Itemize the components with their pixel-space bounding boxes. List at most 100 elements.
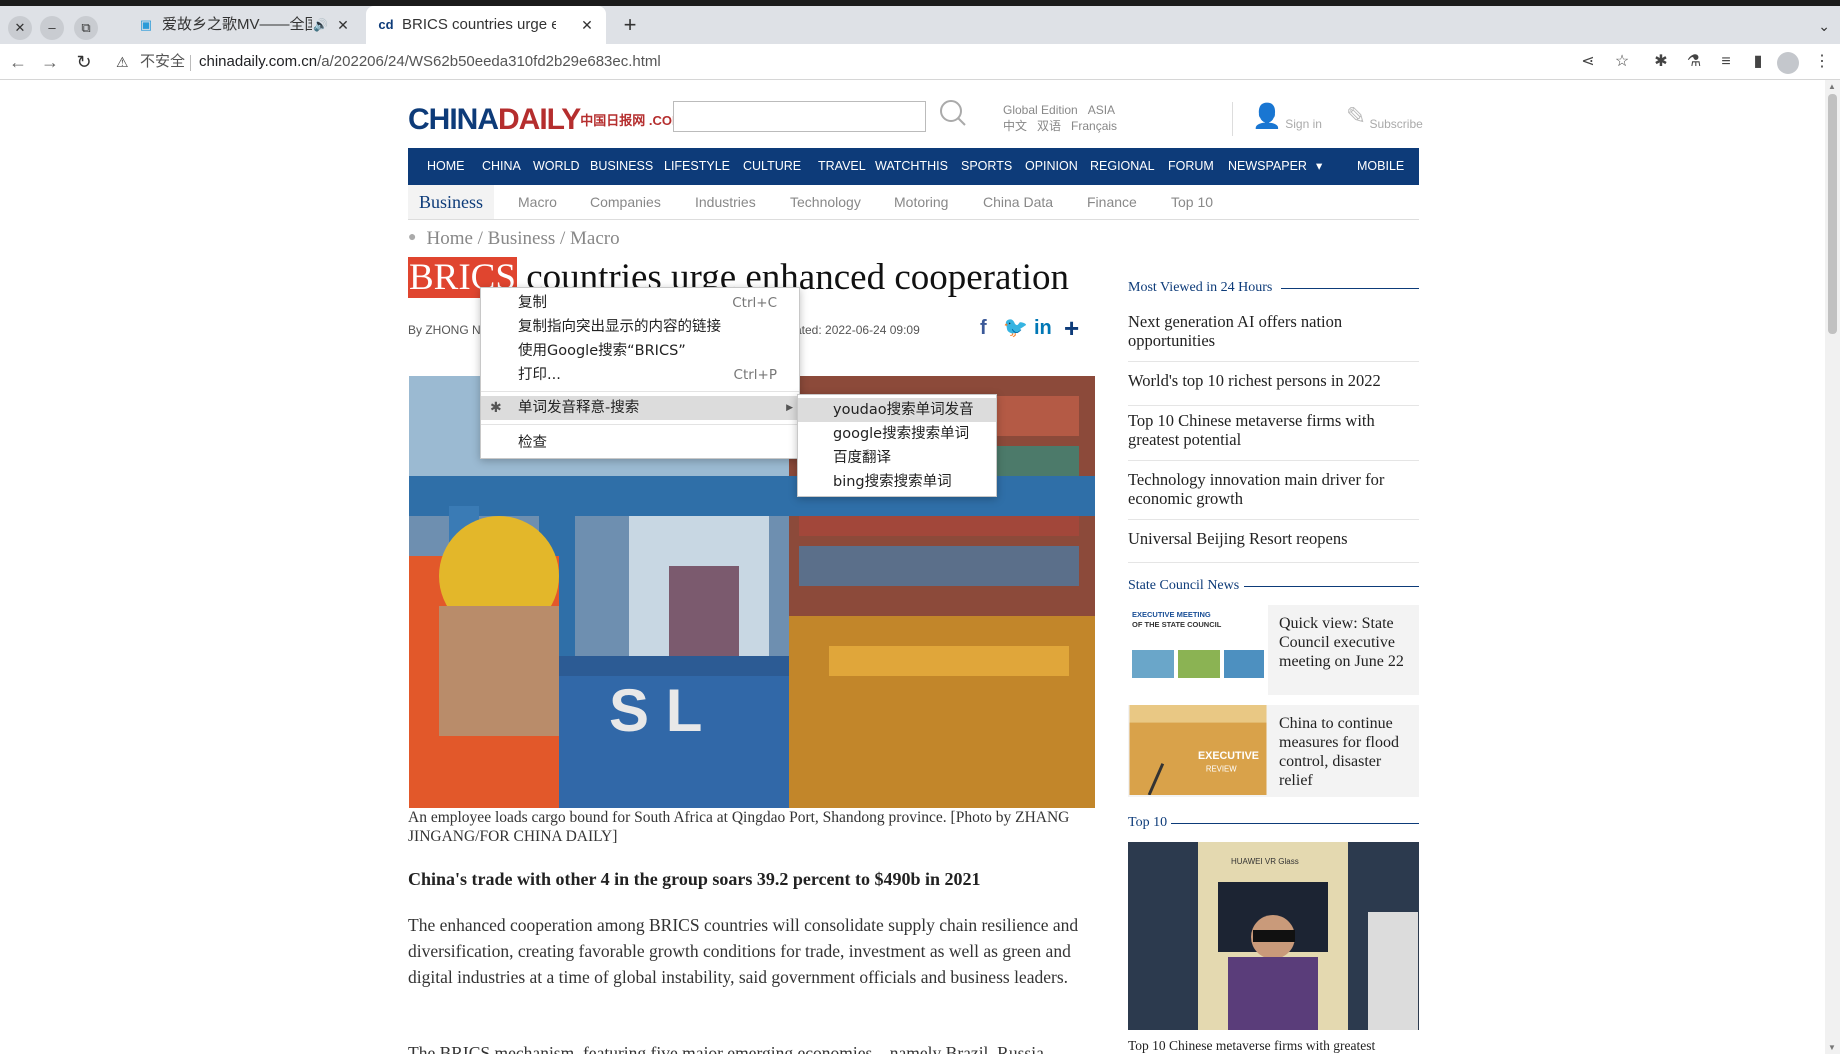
minimize-window-icon[interactable]: –	[40, 16, 64, 40]
nav-lifestyle[interactable]: LIFESTYLE	[664, 148, 730, 185]
header-divider	[1232, 102, 1233, 136]
tab-chinadaily[interactable]: cd BRICS countries urge enh ✕	[366, 6, 606, 44]
svg-text:REVIEW: REVIEW	[1206, 765, 1237, 774]
nav-watchthis[interactable]: WATCHTHIS	[875, 148, 948, 185]
scroll-up-icon[interactable]: ▲	[1828, 82, 1836, 91]
warning-icon[interactable]: ⚠	[116, 46, 129, 78]
state-council-text: Quick view: State Council executive meet…	[1279, 615, 1404, 670]
menu-divider	[481, 391, 799, 392]
nav-opinion[interactable]: OPINION	[1025, 148, 1078, 185]
lab-flask-icon[interactable]: ⚗	[1680, 48, 1708, 76]
menu-item-copy-link-to-highlight[interactable]: 复制指向突出显示的内容的链接	[481, 315, 799, 339]
nav-home[interactable]: HOME	[427, 148, 465, 185]
executive-review-thumbnail: EXECUTIVE REVIEW	[1129, 705, 1267, 795]
page-scrollbar[interactable]: ▲ ▼	[1825, 80, 1840, 1054]
scroll-down-icon[interactable]: ▼	[1828, 1043, 1836, 1052]
nav-more-dropdown-icon[interactable]: ▾	[1316, 148, 1322, 185]
menu-item-google-search[interactable]: 使用Google搜索“BRICS”	[481, 339, 799, 363]
close-window-icon[interactable]: ✕	[8, 16, 32, 40]
side-panel-icon[interactable]: ▮	[1744, 48, 1772, 76]
new-tab-button[interactable]: +	[616, 12, 644, 40]
profile-avatar[interactable]	[1777, 52, 1799, 74]
subnav-technology[interactable]: Technology	[790, 185, 861, 219]
menu-item-print[interactable]: 打印... Ctrl+P	[481, 363, 799, 387]
nav-world[interactable]: WORLD	[533, 148, 580, 185]
reading-list-icon[interactable]: ≡	[1712, 48, 1740, 76]
restore-window-icon[interactable]: ⧉	[74, 16, 98, 40]
back-icon[interactable]: ←	[4, 48, 32, 76]
top10-caption[interactable]: Top 10 Chinese metaverse firms with grea…	[1128, 1038, 1375, 1054]
close-tab-icon[interactable]: ✕	[578, 6, 596, 44]
top10-photo[interactable]: HUAWEI VR Glass	[1128, 842, 1419, 1030]
subnav-china-data[interactable]: China Data	[983, 185, 1053, 219]
nav-forum[interactable]: FORUM	[1168, 148, 1214, 185]
more-menu-icon[interactable]: ⋮	[1808, 48, 1836, 76]
section-rule	[1281, 288, 1419, 289]
menu-item-inspect[interactable]: 检查	[481, 431, 799, 455]
site-logo[interactable]: CHINADAILY中国日报网 .COM.CN	[408, 102, 705, 138]
nav-culture[interactable]: CULTURE	[743, 148, 801, 185]
bookmark-star-icon[interactable]: ☆	[1608, 48, 1636, 76]
edition-global[interactable]: Global Edition	[1003, 103, 1078, 117]
share-icon[interactable]: ⋖	[1574, 48, 1602, 76]
nav-regional[interactable]: REGIONAL	[1090, 148, 1155, 185]
subnav-companies[interactable]: Companies	[590, 185, 661, 219]
extension-puzzle-icon: ✱	[490, 400, 502, 416]
nav-travel[interactable]: TRAVEL	[818, 148, 866, 185]
menu-label: 复制	[518, 295, 547, 311]
nav-newspaper[interactable]: NEWSPAPER	[1228, 148, 1307, 185]
most-viewed-item[interactable]: World's top 10 richest persons in 2022	[1128, 371, 1419, 406]
nav-china[interactable]: CHINA	[482, 148, 521, 185]
svg-text:EXECUTIVE MEETING: EXECUTIVE MEETING	[1132, 610, 1211, 619]
scrollbar-thumb[interactable]	[1828, 94, 1837, 334]
extension-puzzle-icon[interactable]: ✱	[1647, 48, 1675, 76]
reload-icon[interactable]: ↻	[70, 48, 98, 76]
security-label[interactable]: 不安全	[140, 46, 185, 78]
subscribe-link[interactable]: ✎ Subscribe	[1346, 102, 1423, 131]
breadcrumb[interactable]: ● Home / Business / Macro	[408, 228, 620, 250]
submenu-item-google[interactable]: google搜索搜索单词	[798, 422, 996, 446]
site-search-input[interactable]	[673, 101, 926, 132]
most-viewed-item[interactable]: Top 10 Chinese metaverse firms with grea…	[1128, 411, 1419, 461]
search-icon[interactable]	[938, 98, 968, 128]
tab-bilibili[interactable]: ▣ 爱故乡之歌MV——全国 🔊 ✕	[126, 6, 362, 44]
close-tab-icon[interactable]: ✕	[334, 6, 352, 44]
forward-icon[interactable]: →	[36, 48, 64, 76]
facebook-share-icon[interactable]: f	[980, 316, 987, 340]
menu-item-word-lookup[interactable]: ✱ 单词发音释意-搜索 ▶	[481, 396, 799, 420]
submenu-item-bing[interactable]: bing搜索搜索单词	[798, 470, 996, 494]
audio-playing-icon[interactable]: 🔊	[313, 6, 328, 44]
photo-caption: An employee loads cargo bound for South …	[408, 809, 1070, 845]
submenu-item-baidu[interactable]: 百度翻译	[798, 446, 996, 470]
linkedin-share-icon[interactable]: in	[1034, 316, 1052, 340]
nav-business[interactable]: BUSINESS	[590, 148, 653, 185]
url-text[interactable]: chinadaily.com.cn/a/202206/24/WS62b50eed…	[199, 46, 661, 78]
subnav-top10[interactable]: Top 10	[1171, 185, 1213, 219]
subnav-macro[interactable]: Macro	[518, 185, 557, 219]
subnav-industries[interactable]: Industries	[695, 185, 756, 219]
tab-search-icon[interactable]: ⌄	[1818, 12, 1830, 40]
twitter-share-icon[interactable]: 🐦	[1003, 316, 1028, 340]
edition-asia[interactable]: ASIA	[1088, 103, 1115, 117]
nav-sports[interactable]: SPORTS	[961, 148, 1012, 185]
menu-label: 检查	[518, 435, 547, 451]
subnav-business[interactable]: Business	[408, 185, 495, 219]
address-bar[interactable]: ⚠ 不安全 chinadaily.com.cn/a/202206/24/WS62…	[110, 46, 1550, 78]
subnav-motoring[interactable]: Motoring	[894, 185, 948, 219]
sign-in-link[interactable]: 👤 Sign in	[1252, 102, 1322, 131]
svg-text:S L: S L	[609, 677, 702, 744]
state-council-item[interactable]: EXECUTIVE MEETING OF THE STATE COUNCIL Q…	[1128, 605, 1419, 695]
submenu-item-youdao[interactable]: youdao搜索单词发音	[798, 398, 996, 422]
edition-bilingual[interactable]: 双语	[1037, 119, 1061, 133]
subscribe-label: Subscribe	[1369, 117, 1423, 131]
state-council-item[interactable]: EXECUTIVE REVIEW China to continue measu…	[1128, 705, 1419, 797]
subnav-finance[interactable]: Finance	[1087, 185, 1137, 219]
most-viewed-item[interactable]: Next generation AI offers nation opportu…	[1128, 312, 1419, 362]
most-viewed-item[interactable]: Universal Beijing Resort reopens	[1128, 529, 1419, 563]
edition-chinese[interactable]: 中文	[1003, 119, 1027, 133]
most-viewed-item[interactable]: Technology innovation main driver for ec…	[1128, 470, 1419, 520]
nav-mobile[interactable]: MOBILE	[1357, 148, 1404, 185]
edition-french[interactable]: Français	[1071, 119, 1117, 133]
menu-item-copy[interactable]: 复制 Ctrl+C	[481, 291, 799, 315]
more-share-icon[interactable]: +	[1064, 315, 1079, 341]
